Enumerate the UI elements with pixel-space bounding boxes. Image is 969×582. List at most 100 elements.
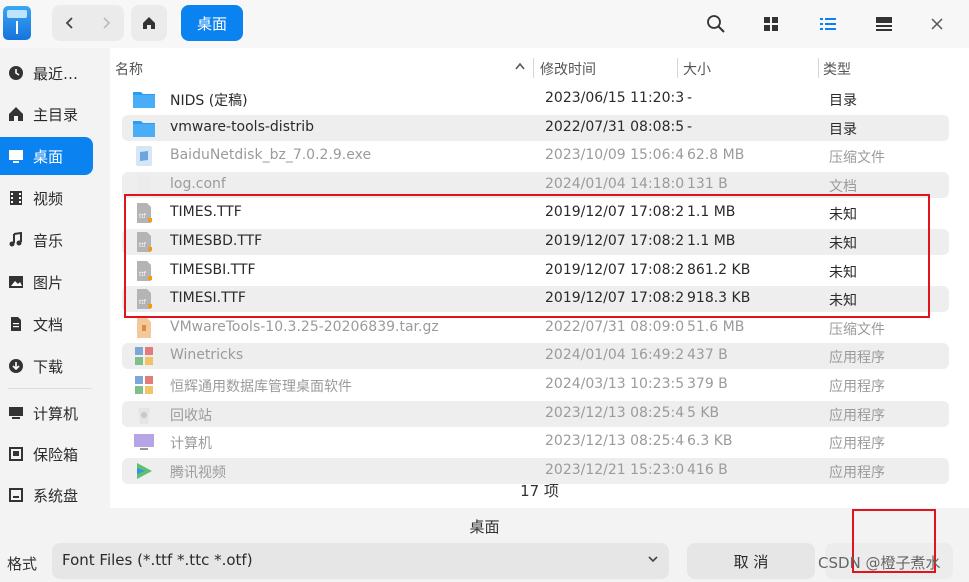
sidebar-item-documents[interactable]: 文档 bbox=[0, 305, 93, 343]
file-type: 目录 bbox=[829, 121, 857, 138]
file-row[interactable]: Winetricks 2024/01/04 16:49:29 437 B 应用程序 bbox=[122, 343, 949, 370]
file-name: VMwareTools-10.3.25-20206839.tar.gz bbox=[170, 318, 439, 335]
file-manager-app-icon bbox=[3, 6, 31, 40]
close-icon bbox=[931, 18, 943, 30]
cancel-button[interactable]: 取 消 bbox=[687, 543, 815, 579]
file-type: 目录 bbox=[829, 93, 857, 109]
preview-panel-icon bbox=[876, 17, 892, 31]
column-time-header[interactable]: 修改时间 bbox=[540, 59, 596, 79]
sidebar-item-downloads[interactable]: 下载 bbox=[0, 347, 93, 385]
search-icon bbox=[707, 15, 725, 33]
column-divider[interactable] bbox=[818, 58, 819, 78]
current-folder-label: 桌面 bbox=[469, 518, 500, 536]
file-type-filter-select[interactable]: Font Files (*.ttf *.ttc *.otf) bbox=[52, 543, 669, 579]
file-type-filter-value: Font Files (*.ttf *.ttc *.otf) bbox=[62, 551, 253, 569]
file-size: 416 B bbox=[687, 461, 728, 478]
app-file-icon bbox=[132, 345, 156, 367]
trash-file-icon bbox=[132, 403, 156, 425]
column-name-header[interactable]: 名称 bbox=[115, 59, 143, 79]
toolbar: 桌面 bbox=[0, 0, 969, 48]
file-size: 131 B bbox=[687, 175, 728, 192]
file-row[interactable]: 恒辉通用数据库管理桌面软件 2024/03/13 10:23:54 379 B 应用程… bbox=[122, 372, 949, 398]
sidebar-divider bbox=[8, 388, 92, 389]
file-type: 应用程序 bbox=[829, 436, 885, 453]
sidebar-item-home[interactable]: 主目录 bbox=[0, 95, 93, 133]
watermark: CSDN @橙子煮水 bbox=[818, 554, 941, 572]
grid-view-icon bbox=[764, 17, 778, 31]
column-divider[interactable] bbox=[677, 58, 678, 78]
file-name: 计算机 bbox=[170, 436, 212, 453]
recent-icon bbox=[8, 65, 24, 81]
column-size-header[interactable]: 大小 bbox=[683, 59, 711, 79]
chevron-right-icon bbox=[103, 17, 111, 29]
file-size: 379 B bbox=[687, 376, 728, 392]
chevron-left-icon bbox=[65, 17, 73, 29]
picture-icon bbox=[8, 274, 24, 290]
exe-file-icon bbox=[132, 145, 156, 167]
file-row[interactable]: BaiduNetdisk_bz_7.0.2.9.exe 2023/10/09 15… bbox=[122, 143, 949, 169]
file-name: vmware-tools-distrib bbox=[170, 118, 315, 135]
file-size: 62.8 MB bbox=[687, 147, 745, 164]
file-name: BaiduNetdisk_bz_7.0.2.9.exe bbox=[170, 147, 372, 164]
highlight-annotation-box bbox=[124, 194, 930, 318]
file-type: 压缩文件 bbox=[829, 150, 885, 167]
home-icon bbox=[143, 17, 155, 29]
column-divider[interactable] bbox=[533, 58, 534, 78]
app-file-icon bbox=[132, 374, 156, 396]
sidebar-item-pictures[interactable]: 图片 bbox=[0, 263, 93, 301]
file-modified-time: 2023/12/13 08:25:44 bbox=[545, 404, 685, 421]
preview-panel-button[interactable] bbox=[872, 12, 896, 36]
grid-view-button[interactable] bbox=[759, 12, 783, 36]
file-type: 文档 bbox=[829, 178, 857, 195]
sidebar-item-desktop[interactable]: 桌面 bbox=[0, 137, 93, 175]
file-row[interactable]: 回收站 2023/12/13 08:25:44 5 KB 应用程序 bbox=[122, 400, 949, 427]
file-size: 51.6 MB bbox=[687, 318, 745, 335]
sort-ascending-icon[interactable] bbox=[514, 59, 526, 75]
file-name: Winetricks bbox=[170, 347, 244, 364]
close-button[interactable] bbox=[925, 12, 949, 36]
file-modified-time: 2024/01/04 16:49:29 bbox=[545, 347, 685, 364]
search-button[interactable] bbox=[704, 12, 728, 36]
sidebar-item-recent[interactable]: 最近… bbox=[0, 54, 93, 92]
sidebar-item-label: 桌面 bbox=[33, 147, 64, 166]
file-modified-time: 2023/06/15 11:20:32 bbox=[545, 90, 685, 106]
sidebar-item-computer[interactable]: 计算机 bbox=[0, 394, 93, 432]
back-button[interactable] bbox=[52, 5, 88, 41]
file-name: 恒辉通用数据库管理桌面软件 bbox=[170, 379, 352, 395]
list-view-button[interactable] bbox=[816, 12, 840, 36]
download-icon bbox=[8, 358, 24, 374]
file-name: log.conf bbox=[170, 175, 226, 192]
folder-file-icon bbox=[132, 88, 156, 110]
forward-button[interactable] bbox=[88, 5, 124, 41]
home-button[interactable] bbox=[131, 5, 167, 41]
sidebar-item-label: 音乐 bbox=[33, 231, 64, 250]
sidebar-item-vault[interactable]: 保险箱 bbox=[0, 435, 93, 473]
desktop-icon bbox=[8, 148, 24, 164]
text-file-icon bbox=[132, 174, 156, 196]
file-row[interactable]: VMwareTools-10.3.25-20206839.tar.gz 2022/… bbox=[122, 315, 949, 341]
sidebar-item-video[interactable]: 视频 bbox=[0, 179, 93, 217]
file-name: 腾讯视频 bbox=[170, 464, 226, 481]
column-type-header[interactable]: 类型 bbox=[823, 59, 851, 79]
breadcrumb-desktop[interactable]: 桌面 bbox=[181, 5, 243, 41]
list-view-icon bbox=[820, 18, 836, 30]
chevron-down-icon bbox=[647, 552, 659, 568]
sidebar-item-label: 下载 bbox=[33, 357, 64, 376]
file-row[interactable]: 计算机 2023/12/13 08:25:44 6.3 KB 应用程序 bbox=[122, 429, 949, 455]
computer-file-icon bbox=[132, 431, 156, 453]
file-name: 回收站 bbox=[170, 407, 212, 424]
home-icon bbox=[8, 106, 24, 122]
sidebar-item-label: 图片 bbox=[33, 273, 64, 292]
file-modified-time: 2023/10/09 15:06:42 bbox=[545, 147, 685, 164]
document-icon bbox=[8, 316, 24, 332]
file-modified-time: 2024/01/04 14:18:04 bbox=[545, 175, 685, 192]
file-modified-time: 2022/07/31 08:08:50 bbox=[545, 118, 685, 135]
file-modified-time: 2023/12/21 15:23:02 bbox=[545, 461, 685, 478]
file-row[interactable]: vmware-tools-distrib 2022/07/31 08:08:50-… bbox=[122, 114, 949, 141]
file-row[interactable]: NIDS (定稿) 2023/06/15 11:20:32- 目录 bbox=[122, 86, 949, 112]
sidebar-item-music[interactable]: 音乐 bbox=[0, 221, 93, 259]
music-icon bbox=[8, 232, 24, 248]
format-label: 格式 bbox=[7, 555, 38, 573]
file-size: 437 B bbox=[687, 347, 728, 364]
file-type: 应用程序 bbox=[829, 464, 885, 481]
